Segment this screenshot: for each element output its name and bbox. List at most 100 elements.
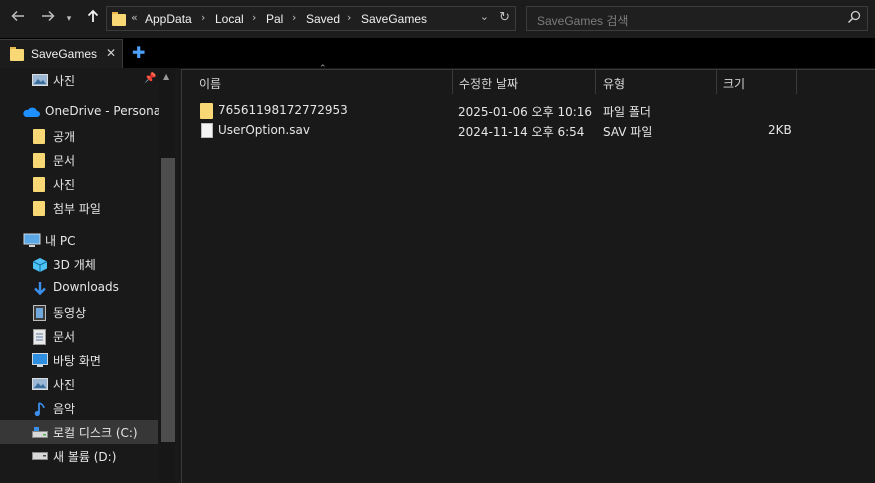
nav-item-onedrive[interactable]: OneDrive - Personal <box>0 100 164 124</box>
column-header-name[interactable]: 이름 <box>199 75 221 92</box>
nav-item-public[interactable]: 공개 <box>0 124 158 148</box>
nav-item-label: 내 PC <box>45 234 76 248</box>
up-arrow-icon[interactable] <box>82 8 104 30</box>
nav-item-label: 로컬 디스크 (C:) <box>53 426 138 440</box>
forward-arrow-icon[interactable] <box>37 8 59 30</box>
breadcrumb-saved[interactable]: Saved <box>306 12 340 26</box>
tab-savegames[interactable]: SaveGames ✕ <box>0 39 123 68</box>
nav-item-this-pc[interactable]: 내 PC <box>0 228 158 252</box>
file-type: SAV 파일 <box>603 125 653 139</box>
file-row-useroption[interactable]: UserOption.sav 2024-11-14 오후 6:54 SAV 파일… <box>195 121 865 141</box>
nav-item-local-disk-c[interactable]: 로컬 디스크 (C:) <box>0 420 158 444</box>
file-modified: 2024-11-14 오후 6:54 <box>458 125 585 139</box>
column-divider[interactable] <box>796 70 797 94</box>
desktop-icon <box>32 353 48 367</box>
nav-scrollbar-thumb[interactable] <box>161 158 175 442</box>
nav-item-onedrive-documents[interactable]: 문서 <box>0 148 158 172</box>
refresh-icon[interactable]: ↻ <box>499 10 510 25</box>
column-divider[interactable] <box>595 70 596 94</box>
breadcrumb-separator-icon[interactable]: › <box>347 11 351 24</box>
nav-item-music[interactable]: 음악 <box>0 396 158 420</box>
back-arrow-icon[interactable] <box>7 8 29 30</box>
file-modified: 2025-01-06 오후 10:16 <box>458 105 593 119</box>
pictures-icon <box>32 74 48 86</box>
nav-item-label: 문서 <box>53 154 76 168</box>
nav-item-label: 사진 <box>53 378 76 392</box>
breadcrumb-separator-icon[interactable]: › <box>201 11 205 24</box>
breadcrumb-separator-icon[interactable]: › <box>292 11 296 24</box>
search-input[interactable]: SaveGames 검색 <box>537 12 628 29</box>
nav-item-pictures-quick[interactable]: 사진 📌 <box>0 68 158 92</box>
onedrive-cloud-icon <box>23 107 40 117</box>
nav-item-label: OneDrive - Personal <box>45 104 165 118</box>
search-box[interactable]: SaveGames 검색 <box>526 6 868 31</box>
music-icon <box>34 402 45 417</box>
scroll-up-arrow-icon[interactable]: ▲ <box>163 72 169 81</box>
column-divider[interactable] <box>716 70 717 94</box>
address-bar[interactable]: « AppData › Local › Pal › Saved › SaveGa… <box>106 6 516 31</box>
breadcrumb-local[interactable]: Local <box>215 12 244 26</box>
address-toolbar: ▾ « AppData › Local › Pal › Saved › Save… <box>0 0 875 38</box>
file-name: UserOption.sav <box>218 123 310 137</box>
nav-item-label: 3D 개체 <box>53 258 96 272</box>
column-header-type[interactable]: 유형 <box>603 75 625 92</box>
pin-icon[interactable]: 📌 <box>144 73 156 84</box>
folder-icon <box>33 201 47 216</box>
folder-icon <box>112 12 126 26</box>
nav-item-onedrive-pictures[interactable]: 사진 <box>0 172 158 196</box>
nav-item-label: 첨부 파일 <box>53 202 101 216</box>
breadcrumb-pal[interactable]: Pal <box>266 12 283 26</box>
breadcrumb-savegames[interactable]: SaveGames <box>361 12 427 26</box>
sort-ascending-icon: ⌃ <box>319 64 327 74</box>
file-name: 76561198172772953 <box>218 103 348 117</box>
videos-icon <box>33 305 46 321</box>
folder-icon <box>33 153 47 168</box>
3d-objects-icon <box>32 258 48 272</box>
nav-item-label: 사진 <box>53 178 76 192</box>
file-type: 파일 폴더 <box>603 105 651 119</box>
folder-icon <box>10 47 24 61</box>
nav-item-label: 동영상 <box>53 306 87 320</box>
address-dropdown-icon[interactable]: ⌄ <box>480 10 489 23</box>
column-header-size[interactable]: 크기 <box>723 75 745 92</box>
navigation-pane: 사진 📌 OneDrive - Personal 공개 문서 사진 첨부 파일 … <box>0 68 177 483</box>
nav-item-new-volume-d[interactable]: 새 볼륨 (D:) <box>0 444 158 468</box>
documents-icon <box>33 329 46 345</box>
nav-item-label: 사진 <box>53 74 76 88</box>
nav-item-label: 문서 <box>53 330 76 344</box>
nav-item-label: 바탕 화면 <box>53 354 101 368</box>
tab-strip: SaveGames ✕ ✚ <box>0 38 875 68</box>
file-row-folder[interactable]: 76561198172772953 2025-01-06 오후 10:16 파일… <box>195 101 865 121</box>
nav-item-label: 새 볼륨 (D:) <box>53 450 117 464</box>
nav-item-3d-objects[interactable]: 3D 개체 <box>0 252 158 276</box>
nav-item-label: 음악 <box>53 402 76 416</box>
this-pc-icon <box>23 233 41 247</box>
folder-icon <box>200 103 213 119</box>
nav-item-desktop[interactable]: 바탕 화면 <box>0 348 158 372</box>
breadcrumb-separator-icon[interactable]: › <box>252 11 256 24</box>
nav-item-videos[interactable]: 동영상 <box>0 300 158 324</box>
overflow-chevron-icon[interactable]: « <box>131 11 138 24</box>
nav-item-documents[interactable]: 문서 <box>0 324 158 348</box>
folder-icon <box>33 129 47 144</box>
nav-item-label: 공개 <box>53 130 76 144</box>
breadcrumb-appdata[interactable]: AppData <box>145 12 192 26</box>
nav-item-pictures[interactable]: 사진 <box>0 372 158 396</box>
column-header-modified[interactable]: 수정한 날짜 <box>459 75 518 92</box>
new-tab-plus-icon[interactable]: ✚ <box>132 45 145 61</box>
file-icon <box>201 123 213 138</box>
tab-label: SaveGames <box>31 47 98 61</box>
nav-item-label: Downloads <box>53 280 119 294</box>
downloads-icon <box>34 282 46 296</box>
local-disk-icon <box>32 427 48 438</box>
file-size: 2KB <box>768 123 792 137</box>
nav-item-downloads[interactable]: Downloads <box>0 276 158 300</box>
close-icon[interactable]: ✕ <box>106 46 116 60</box>
recent-locations-chevron-icon[interactable]: ▾ <box>62 8 76 30</box>
drive-icon <box>32 452 48 460</box>
file-list: ⌃ 이름 수정한 날짜 유형 크기 76561198172772953 2025… <box>181 64 875 483</box>
nav-item-attachments[interactable]: 첨부 파일 <box>0 196 158 220</box>
folder-icon <box>33 177 47 192</box>
column-divider[interactable] <box>452 70 453 94</box>
search-icon[interactable] <box>847 10 861 28</box>
